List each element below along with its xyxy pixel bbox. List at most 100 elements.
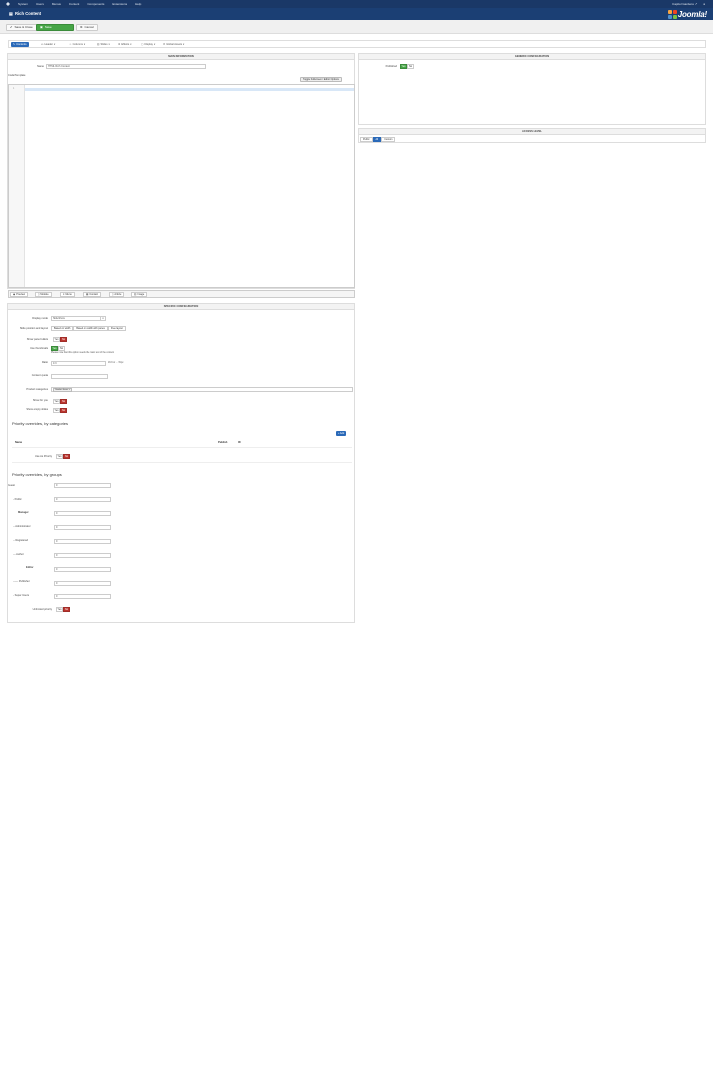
menu-item-help[interactable]: Help — [131, 0, 145, 8]
access-custom[interactable]: Custom — [381, 137, 396, 142]
thumbnails-toggle[interactable]: Yes No — [51, 346, 65, 351]
save-close-button[interactable]: ✔ Save & Close — [6, 24, 37, 31]
tab-label: Effects — [121, 43, 130, 46]
group-input[interactable]: 0 — [54, 594, 111, 599]
specific-config-header: SPECIFIC CONFIGURATION — [8, 304, 354, 310]
contact-icon: ▦ — [86, 293, 89, 296]
group-input[interactable]: 0 — [54, 483, 111, 488]
site-link[interactable]: Capitol Gardens ↗ — [672, 0, 697, 8]
editor-options-button[interactable]: Toggle Fullscreen / Editor Options — [300, 77, 342, 82]
group-input[interactable]: 0 — [54, 553, 111, 558]
menu-item-users[interactable]: Users — [32, 0, 48, 8]
show-pane-no[interactable]: No — [60, 337, 67, 342]
btn-label: Image — [137, 293, 145, 296]
name-label: Name — [37, 65, 44, 68]
group-input[interactable]: 0 — [54, 525, 111, 530]
tab-label: Slides — [100, 43, 108, 46]
thumbnails-no[interactable]: No — [58, 346, 65, 351]
tab-contents[interactable]: ✎ Contents — [11, 42, 29, 47]
save-label: Save — [44, 25, 52, 29]
show-for-you-toggle[interactable]: Yes No — [53, 399, 67, 404]
list-icon: ≡ — [63, 293, 65, 296]
content-quota-input[interactable] — [51, 374, 108, 379]
published-toggle[interactable]: Yes No — [400, 64, 414, 69]
generic-config-panel: GENERIC CONFIGURATION Published Yes No — [358, 53, 706, 125]
menu-item-components[interactable]: Components — [83, 0, 108, 8]
chevron-down-icon[interactable]: ▾ — [100, 316, 106, 321]
show-pane-yes[interactable]: Yes — [53, 337, 60, 342]
tab-header[interactable]: ▭ Header ▾ — [39, 42, 57, 47]
tab-effects[interactable]: ⚙ Effects ▾ — [116, 42, 134, 47]
article-button[interactable]: ▯ Article — [109, 292, 125, 297]
thumbnails-yes[interactable]: Yes — [51, 346, 58, 351]
tab-display[interactable]: ▢ Display ▾ — [139, 42, 157, 47]
joomla-icon[interactable] — [6, 2, 10, 6]
cancel-button[interactable]: ⊗ Cancel — [76, 24, 98, 31]
menu-item-menus[interactable]: Menus — [48, 0, 65, 8]
name-input[interactable]: HTML Rich Content — [46, 64, 206, 69]
user-icon: ☺ — [69, 43, 72, 46]
group-input[interactable]: 0 — [54, 497, 111, 502]
image-button[interactable]: ▨ Image — [131, 292, 148, 297]
col-name: Name — [15, 441, 23, 444]
empty-slides-toggle[interactable]: Yes No — [53, 408, 67, 413]
access-level-panel: ACCESS LEVEL Public All Custom — [358, 128, 706, 143]
eye-icon: ◉ — [13, 293, 16, 296]
module-button[interactable]: ▯ Module — [35, 292, 52, 297]
unlimited-priority-toggle[interactable]: Yes No — [56, 607, 70, 612]
group-input[interactable]: 0 — [54, 567, 111, 572]
top-right: Capitol Gardens ↗ ● — [672, 0, 705, 8]
access-all[interactable]: All — [372, 137, 382, 142]
access-public[interactable]: Public — [360, 137, 373, 142]
tab-slides[interactable]: ▨ Slides ▾ — [95, 42, 112, 47]
btn-label: Contact — [89, 293, 98, 296]
save-button[interactable]: ▣ Save — [36, 24, 74, 31]
layout-label: Slide position and layout — [19, 327, 48, 330]
use-as-priority-no[interactable]: No — [63, 454, 70, 459]
published-yes[interactable]: Yes — [400, 64, 407, 69]
show-for-you-yes[interactable]: Yes — [53, 399, 60, 404]
menu-item-extensions[interactable]: Extensions — [108, 0, 131, 8]
display-mode-select[interactable]: SlideShow — [51, 316, 106, 321]
save-icon: ▣ — [40, 25, 43, 29]
menu-button[interactable]: ≡ Menu — [60, 292, 75, 297]
layout-width-panes[interactable]: Based on width with panes — [73, 326, 108, 331]
contact-button[interactable]: ▦ Contact — [83, 292, 101, 297]
tab-label: Header — [44, 43, 53, 46]
menu-item-system[interactable]: System — [14, 0, 32, 8]
ratio-input[interactable]: 4:3 — [51, 361, 106, 366]
user-icon[interactable]: ● — [703, 0, 705, 8]
empty-slides-yes[interactable]: Yes — [53, 408, 60, 413]
unlimited-priority-yes[interactable]: Yes — [56, 607, 63, 612]
group-label: - Public — [13, 498, 22, 501]
group-input[interactable]: 0 — [54, 539, 111, 544]
col-id: ID — [238, 441, 241, 444]
category-tag[interactable]: Garden Items × — [53, 388, 73, 392]
published-no[interactable]: No — [407, 64, 414, 69]
unlimited-priority-no[interactable]: No — [63, 607, 70, 612]
divider — [12, 447, 352, 448]
tab-global-assets[interactable]: ✲ Global Assets ▾ — [161, 42, 186, 47]
code-editor[interactable]: 1 — [8, 84, 355, 288]
categories-input[interactable] — [51, 387, 353, 392]
show-pane-toggle[interactable]: Yes No — [53, 337, 67, 342]
group-label: -- Administrator — [13, 525, 31, 528]
btn-label: Article — [114, 293, 122, 296]
tab-columns[interactable]: ☺ Columns ▾ — [67, 42, 87, 47]
use-as-priority-yes[interactable]: Yes — [56, 454, 63, 459]
layout-free[interactable]: Free layout — [107, 326, 126, 331]
layout-options: Based on width Based on width with panes… — [51, 326, 126, 331]
btn-label: Module — [40, 293, 49, 296]
col-publish: Publish — [218, 441, 228, 444]
group-input[interactable]: 0 — [54, 511, 111, 516]
show-for-you-label: Show for you — [32, 399, 48, 402]
group-input[interactable]: 0 — [54, 581, 111, 586]
empty-slides-no[interactable]: No — [60, 408, 67, 413]
menu-item-content[interactable]: Content — [65, 0, 84, 8]
preview-button[interactable]: ◉ Preview — [10, 292, 29, 297]
add-category-button[interactable]: + Add — [336, 431, 347, 436]
show-for-you-no[interactable]: No — [60, 399, 67, 404]
group-label: --- Author — [13, 553, 24, 556]
use-as-priority-toggle[interactable]: Yes No — [56, 454, 70, 459]
layout-width[interactable]: Based on width — [51, 326, 74, 331]
